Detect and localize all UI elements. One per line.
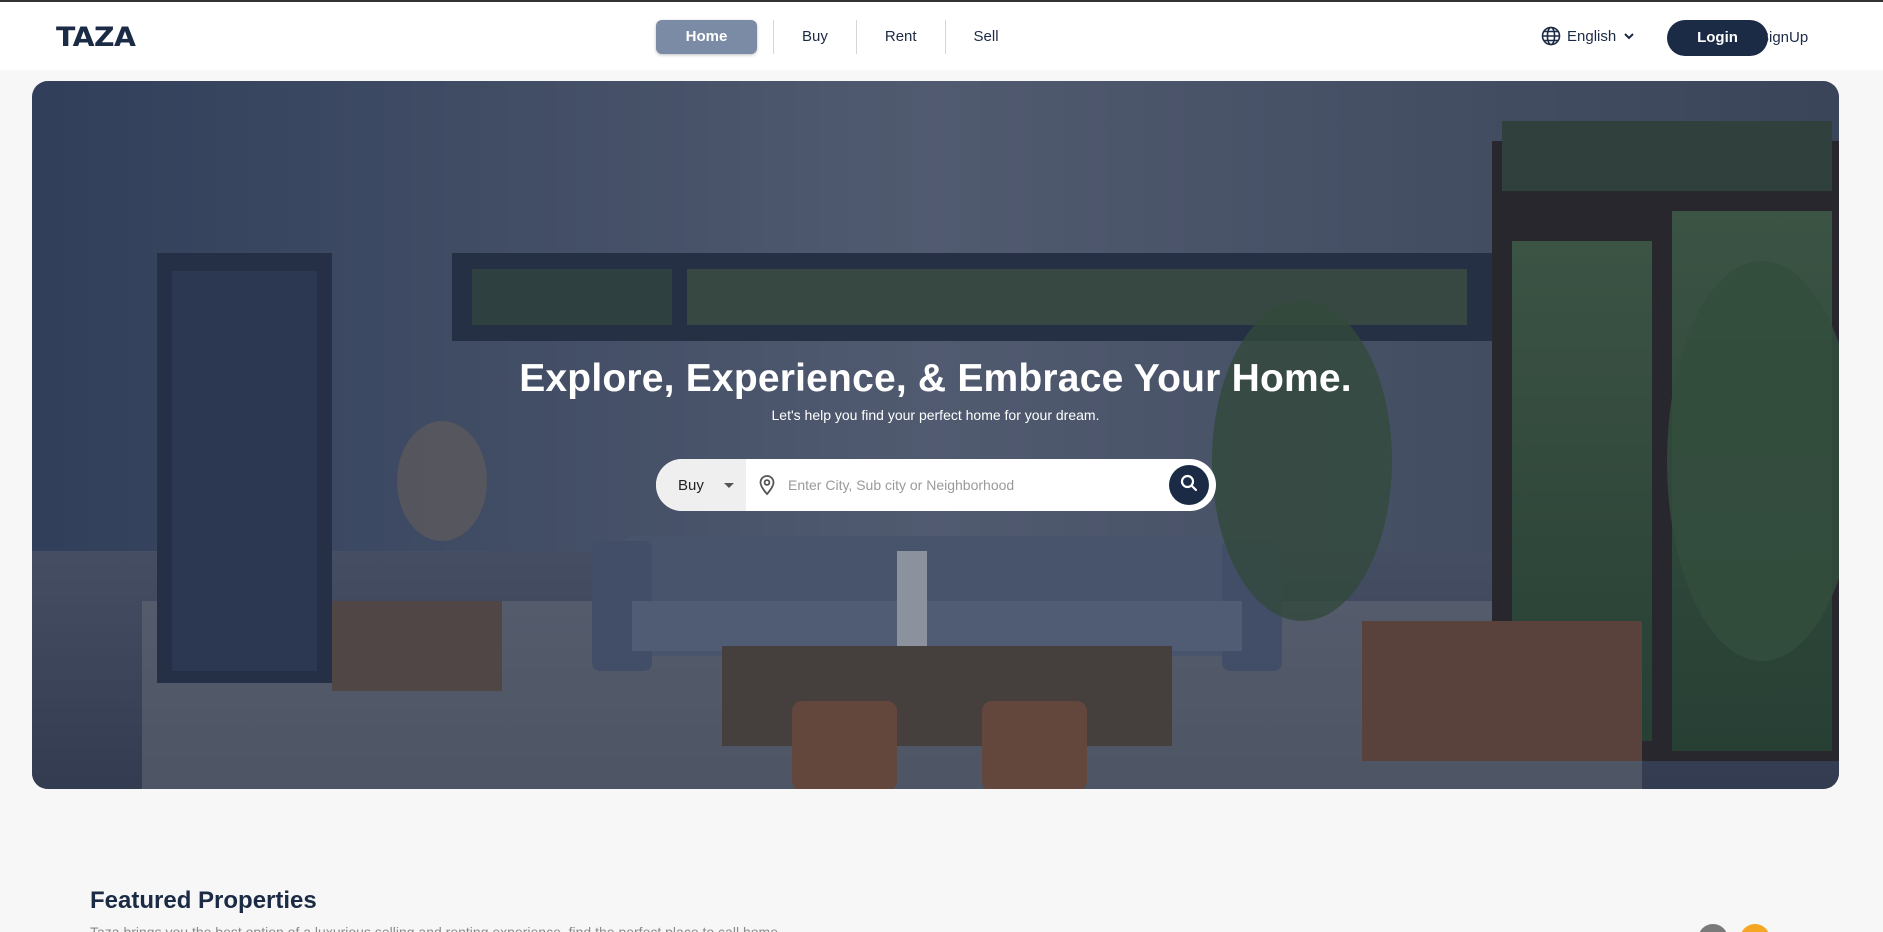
nav-link-buy[interactable]: Buy [774, 20, 856, 54]
carousel-next-button[interactable] [1740, 924, 1770, 932]
search-type-value: Buy [678, 476, 704, 494]
navbar: TAZA Home Buy Rent Sell English Login Si… [0, 2, 1883, 70]
hero-banner: Explore, Experience, & Embrace Your Home… [32, 81, 1839, 789]
main-nav: Home Buy Rent Sell [656, 20, 1027, 54]
location-search-input[interactable] [778, 459, 1169, 511]
featured-properties-heading: Featured Properties [90, 887, 317, 914]
property-search-bar: Buy [656, 459, 1216, 511]
hero-living-room-image [32, 81, 1839, 789]
login-button[interactable]: Login [1667, 20, 1768, 56]
globe-icon [1541, 26, 1561, 46]
carousel-prev-button[interactable] [1698, 924, 1728, 932]
search-icon [1179, 473, 1199, 498]
search-button[interactable] [1169, 465, 1209, 505]
featured-properties-description: Taza brings you the best option of a lux… [90, 924, 782, 932]
brand-logo[interactable]: TAZA [56, 22, 136, 53]
nav-link-rent[interactable]: Rent [857, 20, 945, 54]
search-type-dropdown[interactable]: Buy [656, 459, 746, 511]
language-selector[interactable]: English [1541, 26, 1636, 46]
nav-link-home[interactable]: Home [656, 20, 757, 54]
chevron-down-icon [1622, 29, 1636, 43]
language-label: English [1567, 27, 1617, 45]
hero-subtitle: Let's help you find your perfect home fo… [771, 407, 1100, 423]
location-pin-icon [756, 474, 778, 496]
hero-title: Explore, Experience, & Embrace Your Home… [519, 357, 1352, 400]
caret-down-icon [723, 482, 734, 488]
nav-link-sell[interactable]: Sell [946, 20, 1027, 54]
signup-link[interactable]: SignUp [1759, 29, 1808, 46]
